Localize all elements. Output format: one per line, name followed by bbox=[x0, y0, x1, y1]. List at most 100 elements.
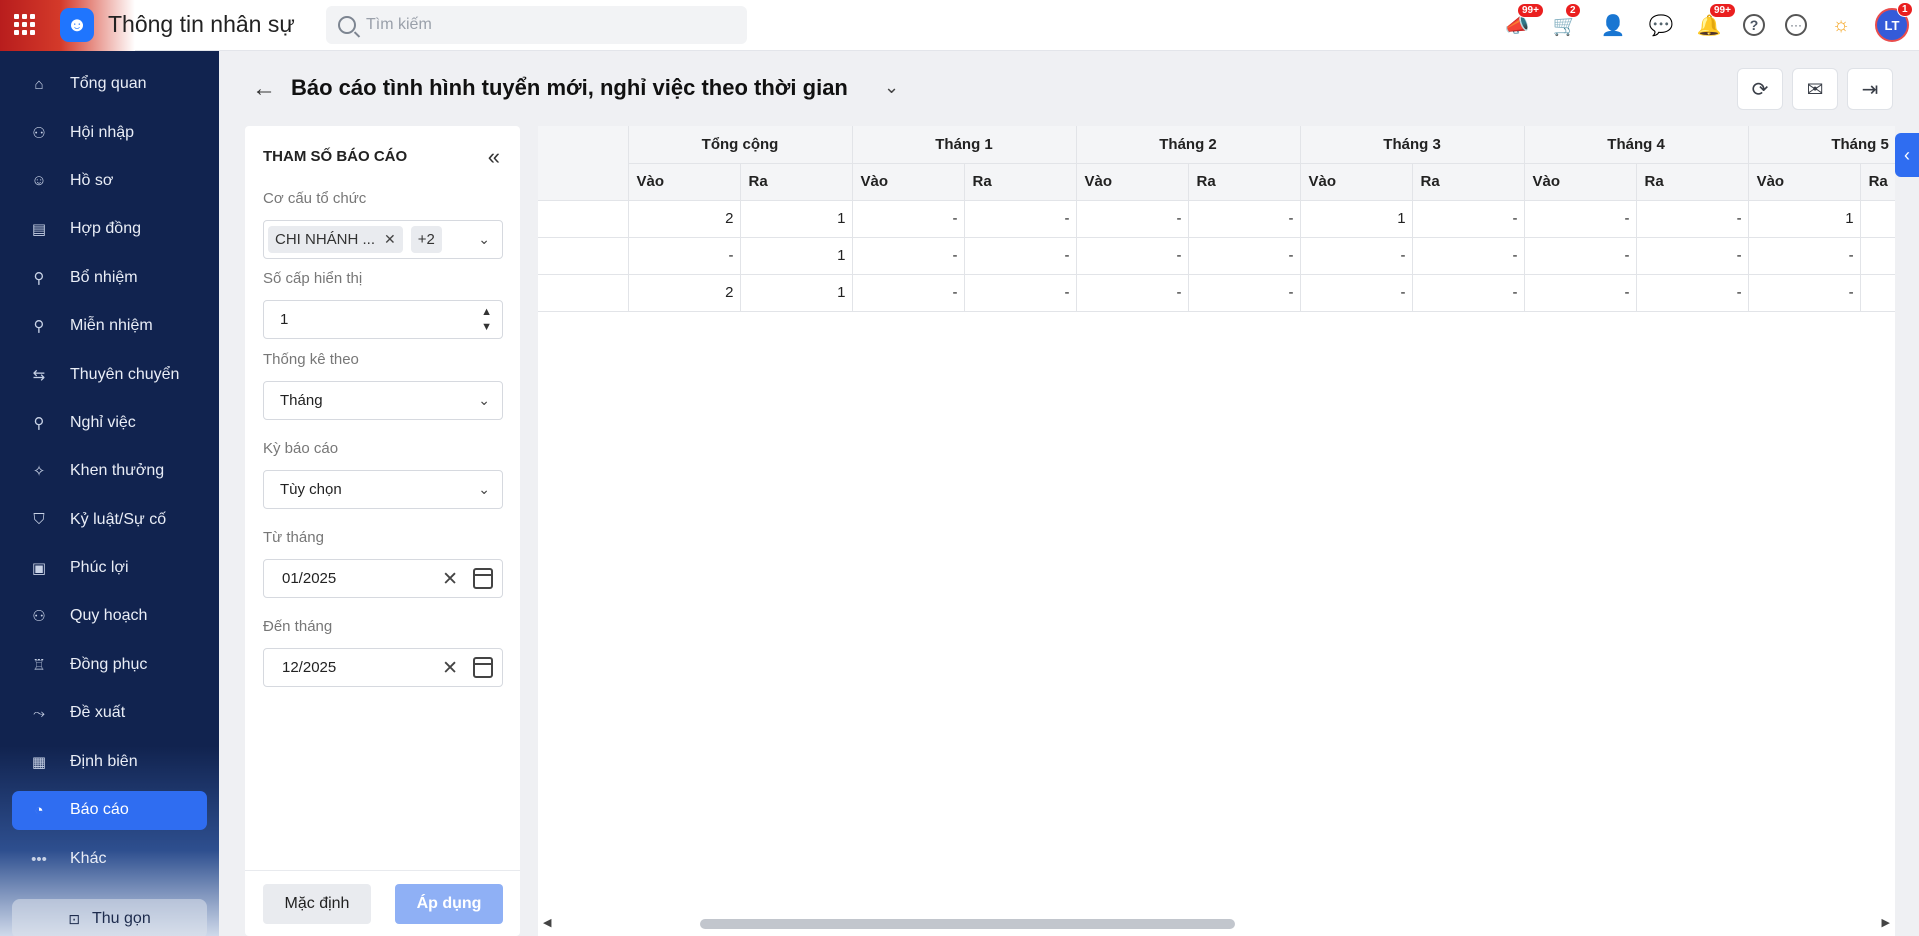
back-arrow-icon[interactable]: ← bbox=[252, 75, 276, 103]
reward-icon: ✧ bbox=[32, 463, 46, 481]
cart-icon[interactable]: 🛒 2 bbox=[1551, 3, 1581, 39]
to-value: 12/2025 bbox=[282, 659, 337, 676]
top-bar: ☻ Thông tin nhân sự Tìm kiếm 📣 99+ 🛒 2 👤 💬… bbox=[0, 0, 1919, 51]
in-header: Vào bbox=[852, 163, 965, 201]
sidebar-item-11[interactable]: ⚇ Quy hoạch bbox=[12, 592, 207, 640]
sidebar-item-label: Hội nhập bbox=[70, 123, 135, 141]
to-month-input[interactable]: 12/2025 ✕ bbox=[263, 648, 503, 687]
sub-header-row: Vào Ra Vào Ra Vào Ra Vào Ra Vào Ra Vào Ra bbox=[538, 163, 1895, 201]
default-button[interactable]: Mặc định bbox=[263, 884, 371, 924]
home-icon: ⌂ bbox=[34, 75, 44, 93]
org-chip: CHI NHÁNH ... ✕ bbox=[268, 226, 403, 253]
sidebar-item-0[interactable]: ⌂ Tổng quan bbox=[12, 60, 207, 108]
panel-footer: Mặc định Áp dụng bbox=[245, 870, 520, 936]
megaphone-icon[interactable]: 📣 99+ bbox=[1503, 3, 1544, 39]
sidebar-item-label: Nghỉ việc bbox=[70, 413, 136, 431]
stat-select[interactable]: Tháng ⌄ bbox=[263, 381, 503, 420]
uniform-icon: ♖ bbox=[32, 656, 46, 674]
clear-icon[interactable]: ✕ bbox=[442, 657, 458, 680]
sidebar-item-label: Hồ sơ bbox=[70, 171, 114, 189]
export-button[interactable]: ⇥ bbox=[1847, 68, 1893, 110]
sidebar-item-label: Thuyên chuyển bbox=[70, 365, 180, 383]
sidebar-item-14[interactable]: ▦ Định biên bbox=[12, 737, 207, 785]
scroll-left-icon[interactable]: ◀ bbox=[543, 916, 551, 929]
table-cell: 1 bbox=[740, 200, 853, 238]
table-cell: - bbox=[1636, 274, 1749, 312]
table-cell: 1 bbox=[740, 237, 853, 275]
app-launcher-icon[interactable] bbox=[14, 14, 38, 36]
announcement-badge: 99+ bbox=[1517, 3, 1544, 18]
table-cell: - bbox=[1076, 200, 1189, 238]
sidebar-item-15[interactable]: ◔ Báo cáo bbox=[12, 790, 207, 830]
table-cell: - bbox=[1524, 237, 1637, 275]
scroll-right-icon[interactable]: ▶ bbox=[1882, 916, 1890, 929]
more-options-icon[interactable]: ··· bbox=[1785, 14, 1807, 36]
sidebar-item-8[interactable]: ✧ Khen thưởng bbox=[12, 447, 207, 495]
refresh-button[interactable]: ⟳ bbox=[1737, 68, 1783, 110]
chip-remove-icon[interactable]: ✕ bbox=[384, 231, 396, 248]
chevron-down-icon[interactable]: ⌄ bbox=[478, 231, 490, 248]
level-value: 1 bbox=[280, 311, 289, 328]
sidebar-item-1[interactable]: ⚇ Hội nhập bbox=[12, 108, 207, 156]
table-cell: - bbox=[1188, 200, 1301, 238]
table-cell: 1 bbox=[740, 274, 853, 312]
period-select[interactable]: Tùy chọn ⌄ bbox=[263, 470, 503, 509]
stat-label: Thống kê theo bbox=[263, 351, 359, 368]
avatar-badge: 1 bbox=[1897, 2, 1913, 17]
sidebar-item-label: Khen thưởng bbox=[70, 462, 165, 480]
sidebar-item-4[interactable]: ⚲ Bổ nhiệm bbox=[12, 254, 207, 302]
period-value: Tùy chọn bbox=[280, 481, 342, 498]
search-input[interactable]: Tìm kiếm bbox=[326, 6, 747, 44]
header-actions: 📣 99+ 🛒 2 👤 💬 🔔 99+ ? ··· ☼ LT 1 bbox=[1503, 2, 1913, 43]
calendar-icon[interactable] bbox=[473, 568, 493, 589]
lightbulb-icon[interactable]: ☼ bbox=[1827, 11, 1855, 39]
calendar-icon[interactable] bbox=[473, 657, 493, 678]
table-row: -1--------- bbox=[538, 237, 1895, 275]
help-icon[interactable]: ? bbox=[1743, 14, 1765, 36]
sidebar-item-3[interactable]: ▤ Hợp đồng bbox=[12, 205, 207, 253]
sidebar-item-10[interactable]: ▣ Phúc lợi bbox=[12, 544, 207, 592]
clear-icon[interactable]: ✕ bbox=[442, 568, 458, 591]
sidebar-item-2[interactable]: ☺ Hồ sơ bbox=[12, 157, 207, 205]
chat-icon[interactable]: 💬 bbox=[1647, 11, 1675, 39]
discipline-icon: ⛉ bbox=[33, 511, 45, 529]
search-icon bbox=[338, 16, 356, 34]
sidebar: ⌂ Tổng quan ⚇ Hội nhập ☺ Hồ sơ ▤ Hợp đồng ⚲ Bổ nh… bbox=[0, 51, 219, 936]
table-cell: - bbox=[1748, 274, 1861, 312]
sidebar-item-label: Kỷ luật/Sự cố bbox=[70, 510, 167, 528]
sidebar-item-label: Báo cáo bbox=[70, 801, 129, 819]
out-header: Ra bbox=[1188, 163, 1301, 201]
collapse-sidebar-button[interactable]: ⊡ Thu gọn bbox=[12, 899, 207, 936]
table-cell: - bbox=[1412, 237, 1525, 275]
add-user-icon[interactable]: 👤 bbox=[1599, 11, 1627, 39]
level-stepper[interactable]: 1 ▲ ▼ bbox=[263, 300, 503, 339]
sidebar-item-5[interactable]: ⚲ Miễn nhiệm bbox=[12, 302, 207, 350]
table-cell: - bbox=[1412, 274, 1525, 312]
sidebar-item-16[interactable]: ••• Khác bbox=[12, 835, 207, 883]
sidebar-item-13[interactable]: ⤳ Đề xuất bbox=[12, 689, 207, 737]
table-cell: - bbox=[1300, 274, 1413, 312]
collapse-label: Thu gọn bbox=[92, 910, 151, 927]
sidebar-item-12[interactable]: ♖ Đồng phục bbox=[12, 641, 207, 689]
table-cell: - bbox=[1076, 237, 1189, 275]
email-button[interactable]: ✉ bbox=[1792, 68, 1838, 110]
period-label: Kỳ báo cáo bbox=[263, 440, 339, 457]
side-drawer-toggle[interactable]: ‹ bbox=[1895, 133, 1919, 177]
proposal-icon: ⤳ bbox=[32, 704, 45, 722]
org-select[interactable]: CHI NHÁNH ... ✕ +2 ⌄ bbox=[263, 220, 503, 259]
collapse-panel-icon[interactable]: « bbox=[488, 144, 500, 170]
sidebar-item-7[interactable]: ⚲ Nghỉ việc bbox=[12, 399, 207, 447]
sidebar-item-6[interactable]: ⇆ Thuyên chuyển bbox=[12, 350, 207, 398]
horizontal-scrollbar[interactable]: ◀ ▶ bbox=[538, 912, 1895, 936]
sidebar-item-9[interactable]: ⛉ Kỷ luật/Sự cố bbox=[12, 496, 207, 544]
from-label: Từ tháng bbox=[263, 529, 324, 546]
report-switcher-chevron-icon[interactable]: ⌄ bbox=[884, 77, 899, 98]
main-content: ← Báo cáo tình hình tuyển mới, nghỉ việc… bbox=[219, 51, 1919, 936]
stepper-arrows-icon[interactable]: ▲ ▼ bbox=[481, 305, 492, 335]
from-month-input[interactable]: 01/2025 ✕ bbox=[263, 559, 503, 598]
bell-icon[interactable]: 🔔 99+ bbox=[1695, 3, 1736, 39]
table-cell: - bbox=[1076, 274, 1189, 312]
apply-button[interactable]: Áp dụng bbox=[395, 884, 503, 924]
avatar[interactable]: LT 1 bbox=[1875, 2, 1913, 42]
scrollbar-thumb[interactable] bbox=[700, 919, 1235, 929]
